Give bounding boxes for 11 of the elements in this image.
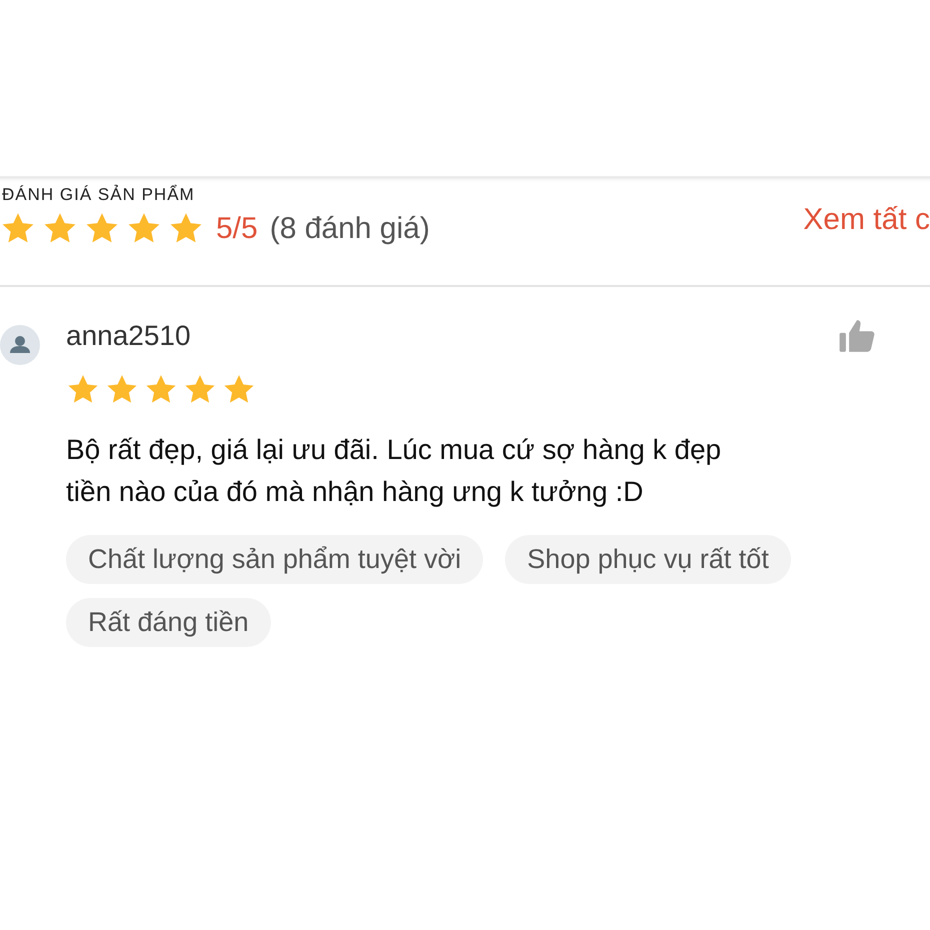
rating-score: 5/5 [216, 212, 258, 246]
section-title: ĐÁNH GIÁ SẢN PHẨM [1, 185, 196, 205]
avatar-icon [0, 325, 40, 365]
thumbs-up-icon[interactable] [838, 317, 876, 355]
review-count: (8 đánh giá) [270, 212, 430, 246]
see-all-link[interactable]: Xem tất c [803, 203, 930, 237]
review-tag: Chất lượng sản phẩm tuyệt vời [66, 535, 484, 584]
username: anna2510 [66, 320, 191, 352]
review-tag: Shop phục vụ rất tốt [505, 535, 791, 584]
review-text: Bộ rất đẹp, giá lại ưu đãi. Lúc mua cứ sợ hàng k đẹp tiền nào của đó mà nhận hàng ưng k tưởng :D [66, 433, 722, 509]
review-tag: Rất đáng tiền [66, 598, 271, 647]
